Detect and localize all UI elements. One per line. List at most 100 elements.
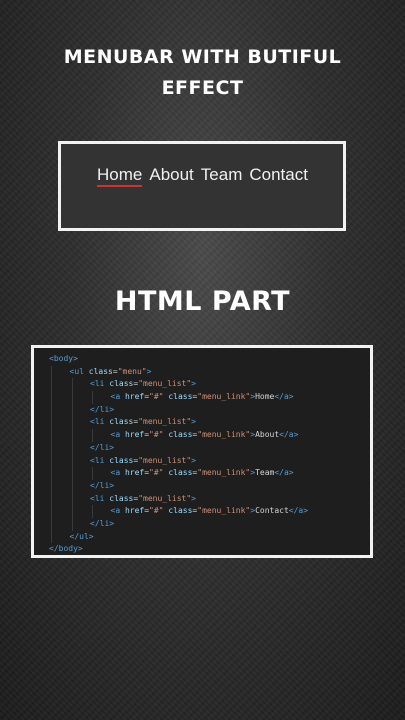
- indent-guide: [51, 492, 52, 506]
- indent-guide: [71, 429, 73, 442]
- indent-guide: [51, 365, 52, 379]
- code-line: <li class="menu_list">: [49, 492, 370, 506]
- page-title: MENUBAR WITH BUTIFUL EFFECT: [0, 42, 405, 104]
- code-token: <a: [110, 506, 125, 516]
- code-token: <li: [90, 493, 110, 503]
- indent-guide: [71, 441, 73, 455]
- code-token: "menu_list": [138, 455, 192, 465]
- indent-guide: [51, 454, 52, 468]
- code-token: href: [124, 430, 145, 440]
- code-token: "menu_link": [197, 468, 251, 478]
- code-line: <a href="#" class="menu_link">About</a>: [49, 429, 370, 442]
- indent-guide: [71, 517, 73, 531]
- code-line: </li>: [49, 403, 370, 417]
- indent-guide: [92, 391, 93, 404]
- code-line: </li>: [49, 517, 370, 531]
- code-token: "#": [149, 392, 164, 402]
- code-token: class: [109, 493, 134, 503]
- code-line: <a href="#" class="menu_link">Contact</a…: [49, 505, 370, 518]
- indent-guide: [51, 403, 52, 417]
- code-token: class: [109, 379, 134, 389]
- section-title: HTML PART: [114, 286, 291, 317]
- code-line: <body>: [49, 353, 370, 366]
- indent-guide: [71, 492, 73, 506]
- code-token: "menu_link": [197, 506, 251, 516]
- code-token: "#": [149, 506, 164, 516]
- indent-guide: [71, 403, 73, 417]
- code-token: class: [168, 392, 193, 402]
- code-token: <a: [110, 392, 125, 402]
- code-token: Team: [255, 468, 275, 478]
- code-token: class: [168, 468, 193, 478]
- indent-guide: [51, 429, 52, 442]
- menu-item-team[interactable]: Team: [201, 165, 243, 185]
- indent-guide: [51, 441, 52, 455]
- menu-demo-preview: Home About Team Contact: [58, 141, 346, 231]
- code-token: </body>: [49, 544, 83, 554]
- code-token: <li: [90, 417, 110, 427]
- code-token: "#": [149, 430, 164, 440]
- code-token: >: [191, 379, 196, 389]
- indent-guide: [71, 479, 73, 493]
- indent-guide: [51, 530, 52, 544]
- code-token: "menu_link": [197, 430, 251, 440]
- code-token: <a: [110, 430, 125, 440]
- code-token: >: [191, 493, 196, 503]
- code-token: </ul>: [69, 531, 94, 541]
- indent-guide: [51, 505, 52, 518]
- menu-bar: Home About Team Contact: [97, 165, 308, 187]
- code-token: "menu": [117, 366, 147, 376]
- code-line: </li>: [49, 441, 370, 455]
- code-token: <ul: [69, 366, 89, 376]
- code-token: "#": [149, 468, 164, 478]
- menu-item-about[interactable]: About: [149, 165, 193, 185]
- code-line: </body>: [49, 543, 370, 556]
- indent-guide: [92, 505, 93, 518]
- indent-guide: [51, 517, 52, 531]
- indent-guide: [92, 429, 93, 442]
- indent-guide: [71, 378, 73, 392]
- indent-guide: [51, 479, 52, 493]
- code-block: <body> <ul class="menu"> <li class="menu_l…: [31, 345, 373, 558]
- code-token: <li: [90, 379, 110, 389]
- code-token: </a>: [279, 430, 299, 440]
- code-token: About: [255, 430, 280, 440]
- indent-guide: [51, 467, 52, 480]
- indent-guide: [71, 505, 73, 518]
- indent-guide: [92, 467, 93, 480]
- code-token: </li>: [90, 404, 115, 414]
- indent-guide: [71, 416, 73, 430]
- code-token: href: [124, 468, 145, 478]
- code-line: <li class="menu_list">: [49, 454, 370, 468]
- code-token: >: [146, 366, 152, 376]
- code-token: >: [191, 417, 196, 427]
- code-token: <li: [90, 455, 110, 465]
- code-token: <a: [110, 468, 125, 478]
- indent-guide: [71, 467, 73, 480]
- code-token: class: [109, 455, 134, 465]
- indent-guide: [51, 391, 52, 404]
- indent-guide: [51, 378, 52, 392]
- indent-guide: [51, 416, 52, 430]
- code-token: </a>: [274, 468, 294, 478]
- indent-guide: [71, 454, 73, 468]
- code-token: Home: [255, 392, 275, 402]
- code-token: "menu_list": [138, 417, 192, 427]
- code-token: </li>: [90, 480, 115, 490]
- code-token: class: [88, 366, 113, 376]
- code-token: >: [191, 455, 196, 465]
- menu-item-contact[interactable]: Contact: [249, 165, 308, 185]
- code-token: class: [168, 506, 193, 516]
- code-token: "menu_list": [138, 379, 192, 389]
- code-token: class: [109, 417, 134, 427]
- menu-item-home[interactable]: Home: [97, 165, 143, 187]
- code-token: "menu_link": [197, 392, 251, 402]
- code-token: class: [168, 430, 193, 440]
- code-line: <a href="#" class="menu_link">Team</a>: [49, 467, 370, 480]
- code-line: <li class="menu_list">: [49, 416, 370, 430]
- page-title-line-1: MENUBAR WITH BUTIFUL: [63, 46, 342, 68]
- code-token: href: [124, 392, 145, 402]
- code-token: href: [124, 506, 145, 516]
- code-line: <ul class="menu">: [49, 365, 370, 379]
- page-title-line-2: EFFECT: [161, 77, 244, 99]
